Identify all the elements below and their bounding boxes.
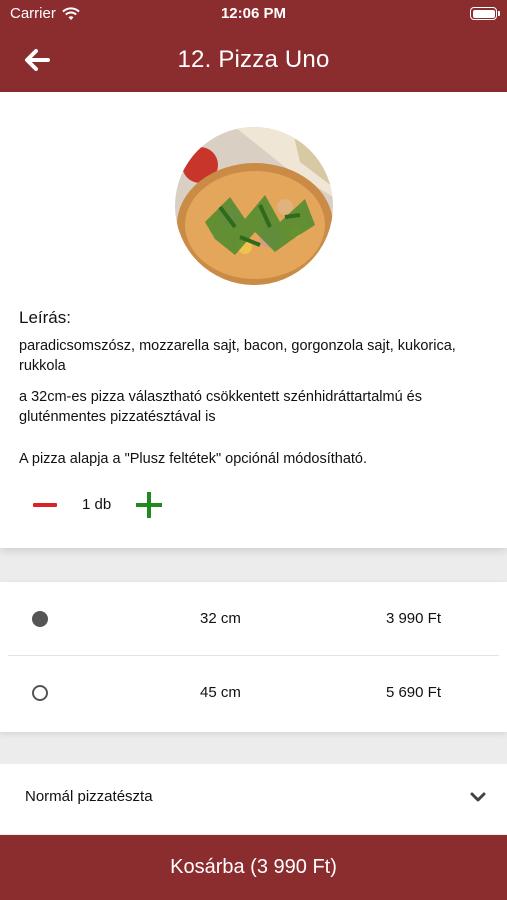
nav-bar: 12. Pizza Uno (0, 28, 507, 92)
quantity-stepper: 1 db (30, 490, 230, 520)
size-options: 32 cm 3 990 Ft 45 cm 5 690 Ft (0, 582, 507, 732)
status-bar: Carrier 12:06 PM (0, 0, 507, 28)
minus-icon[interactable] (30, 494, 60, 516)
pizza-image (175, 127, 333, 285)
size-price: 3 990 Ft (385, 610, 441, 627)
description-label: Leírás: (19, 308, 71, 327)
add-to-cart-label: Kosárba (3 990 Ft) (170, 856, 337, 878)
battery-icon (470, 7, 500, 20)
chevron-down-icon[interactable] (469, 788, 487, 806)
dough-selected-value: Normál pizzatészta (25, 788, 153, 805)
size-label: 45 cm (200, 684, 241, 701)
toppings-note: A pizza alapja a "Plusz feltétek" opción… (19, 451, 368, 467)
radio-selected-icon[interactable] (32, 611, 48, 627)
dough-note: a 32cm-es pizza választható csökkentett … (19, 389, 422, 425)
product-card: Leírás: paradicsomszósz, mozzarella sajt… (0, 92, 507, 548)
page-title: 12. Pizza Uno (177, 46, 330, 73)
size-price: 5 690 Ft (385, 684, 441, 701)
ingredients-text: paradicsomszósz, mozzarella sajt, bacon,… (19, 338, 456, 374)
size-label: 32 cm (200, 610, 241, 627)
radio-unselected-icon[interactable] (32, 685, 48, 701)
dough-select[interactable]: Normál pizzatészta (0, 764, 507, 834)
size-option-45[interactable]: 45 cm 5 690 Ft (0, 656, 507, 730)
status-time: 12:06 PM (220, 5, 287, 22)
plus-icon[interactable] (136, 492, 162, 518)
add-to-cart-button[interactable]: Kosárba (3 990 Ft) (0, 835, 507, 900)
size-option-32[interactable]: 32 cm 3 990 Ft (0, 582, 507, 656)
quantity-value: 1 db (82, 496, 112, 513)
